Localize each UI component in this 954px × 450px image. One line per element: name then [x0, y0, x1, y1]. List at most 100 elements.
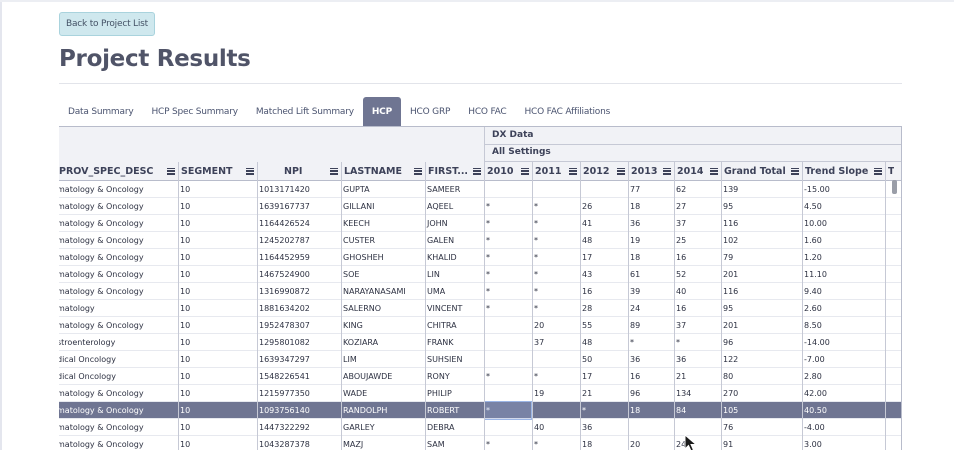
table-cell[interactable]: matology & Oncology	[59, 232, 178, 249]
table-cell[interactable]: 10	[178, 334, 257, 351]
table-cell[interactable]: *	[532, 198, 580, 215]
table-cell[interactable]: AQEEL	[425, 198, 484, 215]
table-cell[interactable]: matology & Oncology	[59, 198, 178, 215]
table-cell[interactable]: 10	[178, 419, 257, 436]
column-header-segment[interactable]: SEGMENT	[178, 162, 257, 180]
hamburger-menu-icon[interactable]	[791, 167, 799, 175]
table-cell[interactable]: 40	[532, 419, 580, 436]
table-cell[interactable]: matology & Oncology	[59, 181, 178, 198]
table-cell[interactable]: 11.10	[802, 266, 885, 283]
table-cell[interactable]: matology & Oncology	[59, 385, 178, 402]
table-cell[interactable]: *	[484, 300, 532, 317]
hamburger-menu-icon[interactable]	[330, 167, 338, 175]
hamburger-menu-icon[interactable]	[167, 167, 175, 175]
table-cell[interactable]: KING	[341, 317, 425, 334]
table-cell[interactable]: 10	[178, 300, 257, 317]
table-cell[interactable]: 37	[532, 334, 580, 351]
table-cell[interactable]: KHALID	[425, 249, 484, 266]
table-cell[interactable]: 17	[580, 249, 628, 266]
table-cell[interactable]: GHOSHEH	[341, 249, 425, 266]
table-cell[interactable]: stroenterology	[59, 334, 178, 351]
table-cell[interactable]: 10	[178, 436, 257, 450]
table-cell[interactable]: *	[532, 232, 580, 249]
table-cell[interactable]: 1881634202	[257, 300, 341, 317]
table-cell[interactable]: 10	[178, 232, 257, 249]
table-cell[interactable]: 10	[178, 385, 257, 402]
table-cell[interactable]: 1952478307	[257, 317, 341, 334]
table-cell[interactable]: 80	[721, 368, 802, 385]
table-cell[interactable]: -15.00	[802, 181, 885, 198]
table-cell[interactable]: 134	[674, 385, 721, 402]
table-cell[interactable]: VINCENT	[425, 300, 484, 317]
table-cell[interactable]: 1467524900	[257, 266, 341, 283]
tab-data-summary[interactable]: Data Summary	[59, 97, 142, 126]
hamburger-menu-icon[interactable]	[569, 167, 577, 175]
table-cell[interactable]: 270	[721, 385, 802, 402]
table-cell[interactable]: 36	[580, 419, 628, 436]
hamburger-menu-icon[interactable]	[617, 167, 625, 175]
table-cell[interactable]: matology & Oncology	[59, 402, 178, 419]
table-cell[interactable]: 201	[721, 266, 802, 283]
table-cell[interactable]: LIM	[341, 351, 425, 368]
table-cell[interactable]: 2.80	[802, 368, 885, 385]
table-cell[interactable]: 10	[178, 198, 257, 215]
table-cell[interactable]: GARLEY	[341, 419, 425, 436]
table-cell[interactable]: -7.00	[802, 351, 885, 368]
back-to-project-list-button[interactable]: Back to Project List	[59, 12, 155, 36]
table-cell[interactable]: 42.00	[802, 385, 885, 402]
column-header-lastname[interactable]: LASTNAME	[341, 162, 425, 180]
table-cell[interactable]: RANDOLPH	[341, 402, 425, 419]
table-cell[interactable]: 10	[178, 368, 257, 385]
table-cell[interactable]: WADE	[341, 385, 425, 402]
table-cell[interactable]: 48	[580, 232, 628, 249]
table-cell[interactable]: 16	[674, 249, 721, 266]
table-cell[interactable]: 9.40	[802, 283, 885, 300]
table-cell[interactable]: 96	[721, 334, 802, 351]
table-cell[interactable]: 19	[628, 232, 674, 249]
table-cell[interactable]: GILLANI	[341, 198, 425, 215]
hamburger-menu-icon[interactable]	[874, 167, 882, 175]
table-cell[interactable]: GALEN	[425, 232, 484, 249]
table-cell[interactable]: 18	[628, 249, 674, 266]
table-cell[interactable]: 36	[628, 351, 674, 368]
table-cell[interactable]: 50	[580, 351, 628, 368]
table-cell[interactable]: 37	[674, 215, 721, 232]
table-cell[interactable]: 201	[721, 317, 802, 334]
table-cell[interactable]: *	[484, 215, 532, 232]
table-cell[interactable]: 1013171420	[257, 181, 341, 198]
table-cell[interactable]: 10	[178, 351, 257, 368]
table-cell[interactable]: SUHSIEN	[425, 351, 484, 368]
table-cell[interactable]: matology & Oncology	[59, 419, 178, 436]
vertical-scrollbar[interactable]	[892, 180, 897, 194]
table-cell[interactable]: 79	[721, 249, 802, 266]
table-cell[interactable]: SOE	[341, 266, 425, 283]
table-cell[interactable]: SAM	[425, 436, 484, 450]
table-cell[interactable]: MAZJ	[341, 436, 425, 450]
table-cell[interactable]: 10	[178, 402, 257, 419]
table-cell[interactable]: 16	[628, 368, 674, 385]
hamburger-menu-icon[interactable]	[521, 167, 529, 175]
table-cell[interactable]: 36	[628, 215, 674, 232]
table-cell[interactable]: 10	[178, 181, 257, 198]
table-cell[interactable]: *	[484, 436, 532, 450]
table-cell[interactable]: *	[580, 402, 628, 419]
table-cell[interactable]: 1164452959	[257, 249, 341, 266]
table-cell[interactable]: NARAYANASAMI	[341, 283, 425, 300]
table-cell[interactable]: 1316990872	[257, 283, 341, 300]
hamburger-menu-icon[interactable]	[414, 167, 422, 175]
table-cell[interactable]: matology & Oncology	[59, 249, 178, 266]
table-cell[interactable]: 61	[628, 266, 674, 283]
table-cell[interactable]: 26	[580, 198, 628, 215]
table-cell[interactable]: matology & Oncology	[59, 283, 178, 300]
table-cell[interactable]: 16	[674, 300, 721, 317]
table-cell[interactable]	[484, 419, 532, 436]
table-cell[interactable]: 1245202787	[257, 232, 341, 249]
table-cell[interactable]: 1447322292	[257, 419, 341, 436]
table-cell[interactable]: *	[484, 232, 532, 249]
table-cell[interactable]: 122	[721, 351, 802, 368]
table-cell[interactable]	[532, 351, 580, 368]
table-cell[interactable]: JOHN	[425, 215, 484, 232]
column-header-2013[interactable]: 2013	[628, 162, 674, 180]
table-cell[interactable]: CUSTER	[341, 232, 425, 249]
table-cell[interactable]: 10	[178, 215, 257, 232]
